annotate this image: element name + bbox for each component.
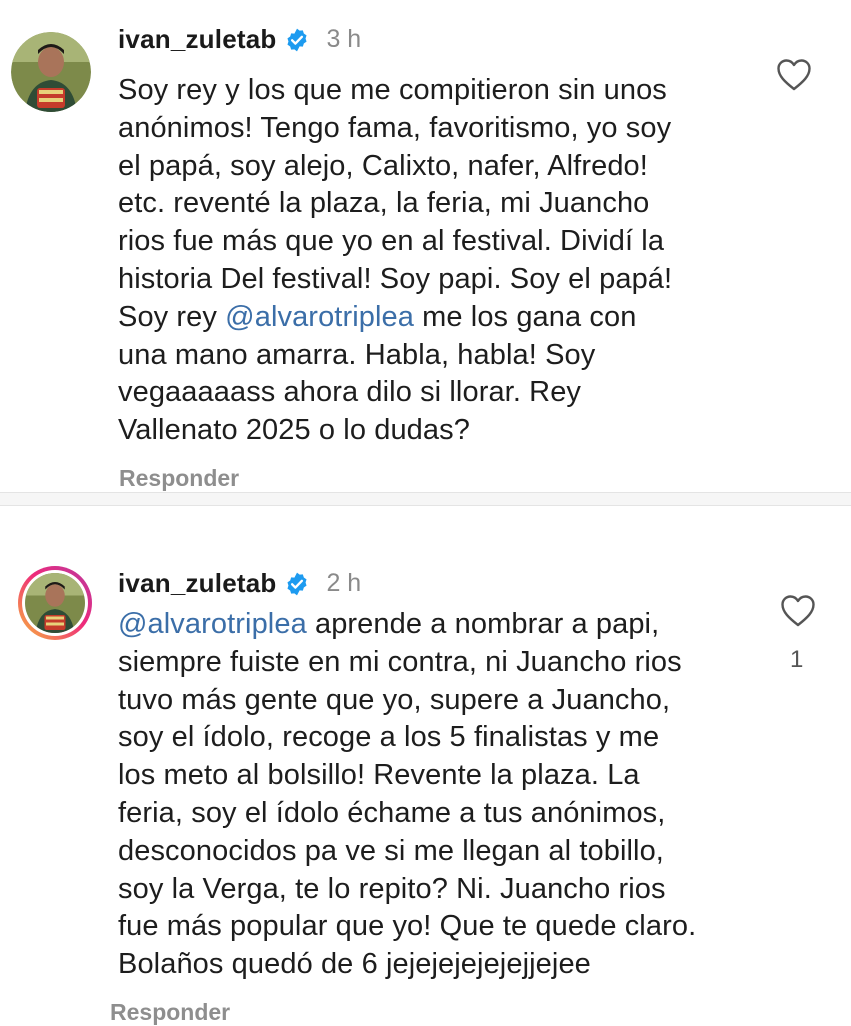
comment-header: ivan_zuletab 2 h: [118, 568, 361, 599]
comment-text-part: aprende a nombrar a papi, siempre fuiste…: [118, 608, 697, 981]
heart-outline-icon[interactable]: [776, 58, 812, 92]
reply-button[interactable]: Responder: [119, 465, 239, 492]
comment-divider: [0, 492, 851, 506]
comment-item: ivan_zuletab 3 h Soy rey y los que me co…: [0, 0, 851, 492]
avatar-image: [25, 573, 85, 633]
avatar[interactable]: [11, 32, 91, 112]
comment-item: ivan_zuletab 2 h @alvarotriplea aprende …: [0, 506, 851, 1026]
avatar-story-ring[interactable]: [18, 566, 92, 640]
mention-link[interactable]: @alvarotriplea: [118, 608, 307, 640]
comment-text: @alvarotriplea aprende a nombrar a papi,…: [118, 606, 758, 984]
mention-link[interactable]: @alvarotriplea: [225, 301, 414, 333]
comment-text: Soy rey y los que me compitieron sin uno…: [118, 72, 758, 450]
like-count: 1: [790, 646, 804, 673]
username[interactable]: ivan_zuletab: [118, 568, 276, 599]
timestamp: 2 h: [326, 569, 362, 597]
avatar-image: [11, 32, 91, 112]
verified-badge-icon: [287, 572, 307, 595]
comment-text-part: Soy rey y los que me compitieron sin uno…: [118, 74, 673, 333]
heart-outline-icon[interactable]: [780, 594, 816, 628]
timestamp: 3 h: [326, 25, 362, 53]
verified-badge-icon: [287, 28, 307, 51]
username[interactable]: ivan_zuletab: [118, 24, 276, 55]
comment-header: ivan_zuletab 3 h: [118, 24, 361, 55]
reply-button[interactable]: Responder: [110, 999, 230, 1026]
